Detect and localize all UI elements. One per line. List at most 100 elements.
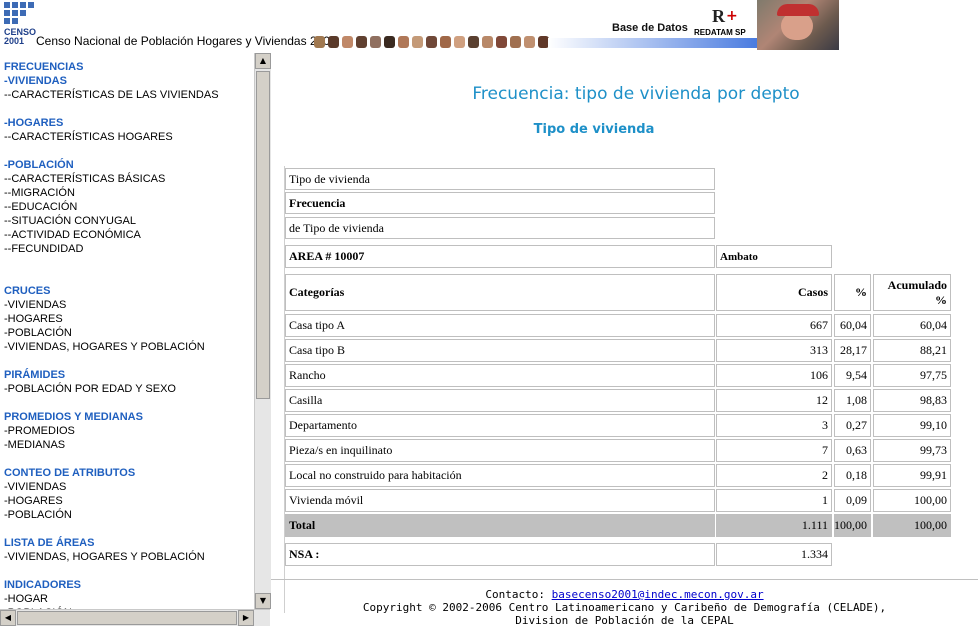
- scrollbar-thumb[interactable]: [256, 71, 270, 399]
- sidebar-section-heading: -POBLACIÓN: [4, 159, 74, 171]
- sidebar-menu: FRECUENCIAS -VIVIENDAS --CARACTERÍSTICAS D…: [0, 53, 254, 609]
- row-cases: 1: [716, 489, 832, 512]
- row-pct: 0,63: [834, 439, 871, 462]
- division-text: Division de Población de la CEPAL: [515, 614, 734, 627]
- sidebar-section-heading: -HOGARES: [4, 117, 64, 129]
- sidebar-link[interactable]: --FECUNDIDAD: [4, 242, 83, 256]
- sidebar-link[interactable]: --ACTIVIDAD ECONÓMICA: [4, 228, 141, 242]
- meta-frequency: Frecuencia: [285, 192, 715, 214]
- row-cases: 12: [716, 389, 832, 412]
- hscrollbar-thumb[interactable]: [17, 611, 237, 625]
- sidebar-link[interactable]: --EDUCACIÓN: [4, 200, 77, 214]
- sidebar-section-heading: -VIVIENDAS: [4, 75, 67, 87]
- sidebar-link[interactable]: -HOGARES: [4, 312, 63, 326]
- header-cases: Casos: [716, 274, 832, 311]
- scroll-up-arrow-icon[interactable]: ▲: [255, 53, 271, 69]
- row-category: Casa tipo B: [285, 339, 715, 362]
- row-category: Rancho: [285, 364, 715, 387]
- census-title: Censo Nacional de Población Hogares y Vi…: [36, 34, 337, 48]
- meta-variable: Tipo de vivienda: [285, 168, 715, 190]
- meta-of-variable: de Tipo de vivienda: [285, 217, 715, 239]
- row-category: Casilla: [285, 389, 715, 412]
- sidebar-section-heading: CRUCES: [4, 285, 51, 297]
- sidebar-vertical-scrollbar[interactable]: ▲ ▼: [254, 53, 271, 609]
- sidebar-section-heading: INDICADORES: [4, 579, 82, 591]
- header-cum-line1: Acumulado: [887, 277, 947, 292]
- row-cumulative: 99,91: [873, 464, 951, 487]
- sidebar-link[interactable]: -VIVIENDAS, HOGARES Y POBLACIÓN: [4, 550, 205, 564]
- sidebar-link[interactable]: --CARACTERÍSTICAS HOGARES: [4, 130, 173, 144]
- sidebar-link[interactable]: -HOGAR: [4, 592, 48, 606]
- row-pct: 1,08: [834, 389, 871, 412]
- row-category: Departamento: [285, 414, 715, 437]
- logo-line2: 2001: [4, 36, 25, 46]
- main-content: Frecuencia: tipo de vivienda por depto T…: [271, 53, 978, 627]
- redatam-text: REDATAM SP: [694, 28, 746, 37]
- row-cumulative: 98,83: [873, 389, 951, 412]
- sidebar-link[interactable]: --CARACTERÍSTICAS BÁSICAS: [4, 172, 165, 186]
- area-name: Ambato: [716, 245, 832, 268]
- sidebar-section-heading: LISTA DE ÁREAS: [4, 537, 95, 549]
- header-categories: Categorías: [285, 274, 715, 311]
- sidebar-link[interactable]: --CARACTERÍSTICAS DE LAS VIVIENDAS: [4, 88, 219, 102]
- row-cumulative: 99,10: [873, 414, 951, 437]
- row-cases: 667: [716, 314, 832, 337]
- row-cases: 3: [716, 414, 832, 437]
- sidebar-link[interactable]: -POBLACIÓN: [4, 326, 72, 340]
- page-title: Frecuencia: tipo de vivienda por depto: [472, 84, 800, 104]
- total-cases: 1.111: [716, 514, 832, 537]
- page-subtitle: Tipo de vivienda: [533, 122, 655, 137]
- database-label: Base de Datos: [612, 22, 688, 34]
- header-cum-line2: %: [935, 292, 947, 307]
- sidebar-link[interactable]: -VIVIENDAS, HOGARES Y POBLACIÓN: [4, 340, 205, 354]
- row-category: Casa tipo A: [285, 314, 715, 337]
- sidebar-section-heading: PROMEDIOS Y MEDIANAS: [4, 411, 143, 423]
- footer-divider: [271, 579, 978, 580]
- sidebar-section-heading: PIRÁMIDES: [4, 369, 66, 381]
- header-pct: %: [834, 274, 871, 311]
- copyright-text: Copyright © 2002-2006 Centro Latinoameri…: [362, 601, 887, 614]
- nsa-label: NSA :: [285, 543, 715, 566]
- header-photo: [757, 0, 839, 50]
- row-cumulative: 88,21: [873, 339, 951, 362]
- sidebar-link[interactable]: -VIVIENDAS: [4, 480, 66, 494]
- row-cases: 313: [716, 339, 832, 362]
- sidebar-section-heading: FRECUENCIAS: [4, 61, 84, 73]
- header-cumulative: Acumulado %: [873, 274, 951, 311]
- row-category: Vivienda móvil: [285, 489, 715, 512]
- row-cumulative: 60,04: [873, 314, 951, 337]
- footer: Contacto: basecenso2001@indec.mecon.gov.…: [271, 588, 978, 627]
- nsa-value: 1.334: [716, 543, 832, 566]
- row-cumulative: 99,73: [873, 439, 951, 462]
- contact-email-link[interactable]: basecenso2001@indec.mecon.gov.ar: [552, 588, 764, 601]
- row-pct: 28,17: [834, 339, 871, 362]
- sidebar-link[interactable]: --MIGRACIÓN: [4, 186, 75, 200]
- area-label: AREA # 10007: [285, 245, 715, 268]
- sidebar-link[interactable]: -MEDIANAS: [4, 438, 65, 452]
- scroll-right-arrow-icon[interactable]: ▶: [238, 610, 254, 626]
- row-cases: 7: [716, 439, 832, 462]
- row-pct: 0,27: [834, 414, 871, 437]
- sidebar-link[interactable]: -HOGARES: [4, 494, 63, 508]
- redatam-logo: R + REDATAM SP: [694, 6, 746, 37]
- sidebar-horizontal-scrollbar[interactable]: ◀ ▶: [0, 609, 270, 626]
- contact-label: Contacto:: [485, 588, 546, 601]
- sidebar-link[interactable]: -PROMEDIOS: [4, 424, 75, 438]
- scroll-left-arrow-icon[interactable]: ◀: [0, 610, 16, 626]
- sidebar-link[interactable]: -VIVIENDAS: [4, 298, 66, 312]
- site-header: CENSO 2001 Censo Nacional de Población Ho…: [0, 0, 978, 50]
- sidebar-link[interactable]: -POBLACIÓN POR EDAD Y SEXO: [4, 382, 176, 396]
- row-pct: 60,04: [834, 314, 871, 337]
- row-cases: 106: [716, 364, 832, 387]
- scroll-down-arrow-icon[interactable]: ▼: [255, 593, 271, 609]
- row-cases: 2: [716, 464, 832, 487]
- row-category: Local no construido para habitación: [285, 464, 715, 487]
- total-pct: 100,00: [834, 514, 871, 537]
- total-cum: 100,00: [873, 514, 951, 537]
- sidebar-link[interactable]: --SITUACIÓN CONYUGAL: [4, 214, 136, 228]
- sidebar-link[interactable]: -POBLACIÓN: [4, 508, 72, 522]
- censo-logo: CENSO 2001: [4, 2, 36, 48]
- row-pct: 0,09: [834, 489, 871, 512]
- total-label: Total: [285, 514, 715, 537]
- row-cumulative: 100,00: [873, 489, 951, 512]
